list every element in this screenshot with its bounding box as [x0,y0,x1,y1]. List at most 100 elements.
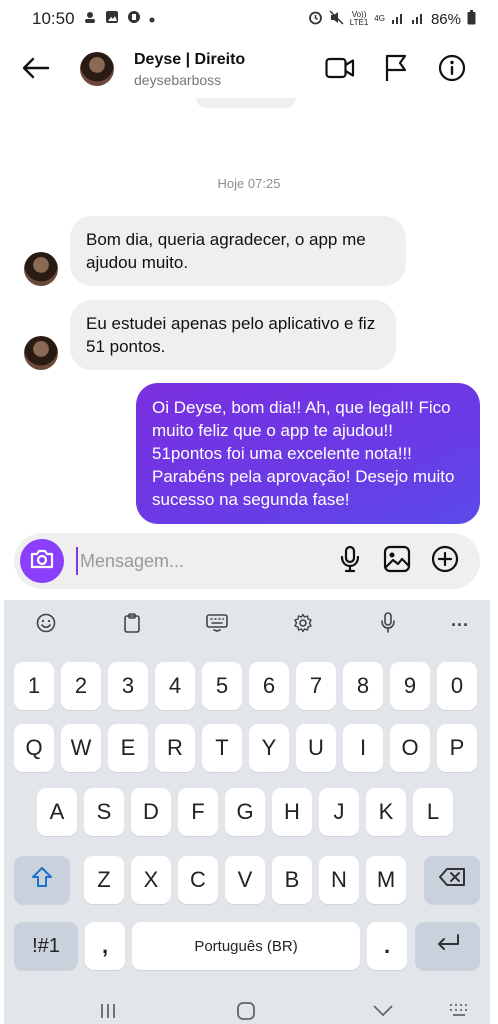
period-key[interactable]: . [367,922,407,970]
signal-icon-2 [411,11,425,28]
key-3[interactable]: 3 [108,662,148,710]
key-6[interactable]: 6 [249,662,289,710]
message-bubble-incoming[interactable]: Eu estudei apenas pelo aplicativo e fiz … [70,300,396,370]
profile-avatar[interactable] [80,52,114,86]
smiley-icon [36,613,56,638]
key-p[interactable]: P [437,724,477,772]
message-row-incoming: Bom dia, queria agradecer, o app me ajud… [24,216,406,286]
message-input[interactable] [76,547,316,575]
key-0[interactable]: 0 [437,662,477,710]
clipboard-button[interactable] [120,612,144,638]
gallery-button[interactable] [381,545,413,577]
comma-key[interactable]: , [85,922,125,970]
volte-label: Vo)) LTE1 [349,10,369,27]
key-8[interactable]: 8 [343,662,383,710]
keyboard-mode-button[interactable] [205,613,229,637]
key-h[interactable]: H [272,788,312,836]
chevron-down-icon [372,1001,394,1023]
date-separator: Hoje 07:25 [217,176,281,191]
info-button[interactable] [436,54,468,86]
sender-avatar[interactable] [24,336,58,370]
recent-apps-button[interactable] [98,1002,118,1024]
key-j[interactable]: J [319,788,359,836]
previous-message-remnant [196,98,296,108]
message-row-incoming: Eu estudei apenas pelo aplicativo e fiz … [24,300,396,370]
camera-icon [30,549,54,574]
key-2[interactable]: 2 [61,662,101,710]
backspace-key[interactable] [424,856,480,904]
soft-keyboard: ··· 1 2 3 4 5 6 7 8 9 0 Q W E R T Y U I … [4,600,490,1024]
key-z[interactable]: Z [84,856,124,904]
enter-key[interactable] [415,922,480,970]
system-navigation-bar [4,996,490,1024]
key-d[interactable]: D [131,788,171,836]
key-7[interactable]: 7 [296,662,336,710]
keyboard-grid-icon [448,1001,470,1023]
key-k[interactable]: K [366,788,406,836]
voice-message-button[interactable] [334,545,366,577]
clipboard-icon [123,612,141,638]
key-5[interactable]: 5 [202,662,242,710]
key-a[interactable]: A [37,788,77,836]
message-bubble-outgoing[interactable]: Oi Deyse, bom dia!! Ah, que legal!! Fico… [136,383,480,524]
more-options-button[interactable]: ··· [448,613,472,637]
key-s[interactable]: S [84,788,124,836]
emoji-button[interactable] [34,613,58,637]
key-t[interactable]: T [202,724,242,772]
shift-key[interactable] [14,856,70,904]
key-f[interactable]: F [178,788,218,836]
key-q[interactable]: Q [14,724,54,772]
key-r[interactable]: R [155,724,195,772]
key-m[interactable]: M [366,856,406,904]
key-g[interactable]: G [225,788,265,836]
profile-info[interactable]: Deyse | Direito deysebarboss [134,51,245,88]
gear-icon [293,613,313,638]
battery-icon [467,9,476,29]
key-e[interactable]: E [108,724,148,772]
enter-arrow-icon [435,933,461,959]
profile-username: deysebarboss [134,72,222,88]
keyboard-switcher-button[interactable] [448,1002,470,1022]
sender-avatar[interactable] [24,252,58,286]
microphone-icon [339,545,361,578]
key-c[interactable]: C [178,856,218,904]
keyboard-icon [206,613,228,637]
key-1[interactable]: 1 [14,662,54,710]
camera-button[interactable] [20,539,64,583]
add-content-button[interactable] [429,545,461,577]
battery-percent: 86% [430,10,461,28]
keyboard-toolbar: ··· [4,600,490,650]
space-key[interactable]: Português (BR) [132,922,360,970]
keyboard-settings-button[interactable] [291,613,315,637]
more-notifications-dot-icon [149,10,155,28]
report-button[interactable] [380,54,412,86]
more-dots-icon: ··· [451,614,469,635]
voice-input-button[interactable] [376,611,400,639]
key-n[interactable]: N [319,856,359,904]
key-b[interactable]: B [272,856,312,904]
key-i[interactable]: I [343,724,383,772]
key-o[interactable]: O [390,724,430,772]
image-icon [383,545,411,578]
hide-keyboard-button[interactable] [372,1002,394,1022]
key-4[interactable]: 4 [155,662,195,710]
microphone-icon [380,611,396,639]
message-bubble-incoming[interactable]: Bom dia, queria agradecer, o app me ajud… [70,216,406,286]
key-l[interactable]: L [413,788,453,836]
gallery-notification-icon [105,10,119,29]
key-9[interactable]: 9 [390,662,430,710]
key-u[interactable]: U [296,724,336,772]
key-x[interactable]: X [131,856,171,904]
shift-arrow-icon [31,866,53,894]
key-w[interactable]: W [61,724,101,772]
status-bar: 10:50 Vo)) LTE1 4G 86% [0,0,498,38]
key-v[interactable]: V [225,856,265,904]
video-call-button[interactable] [324,54,356,86]
recent-apps-icon [98,1003,118,1024]
flag-icon [383,54,409,87]
key-y[interactable]: Y [249,724,289,772]
signal-icon-1 [391,11,405,28]
home-button[interactable] [236,1002,256,1024]
symbols-key[interactable]: !#1 [14,922,78,970]
back-button[interactable] [18,52,54,88]
